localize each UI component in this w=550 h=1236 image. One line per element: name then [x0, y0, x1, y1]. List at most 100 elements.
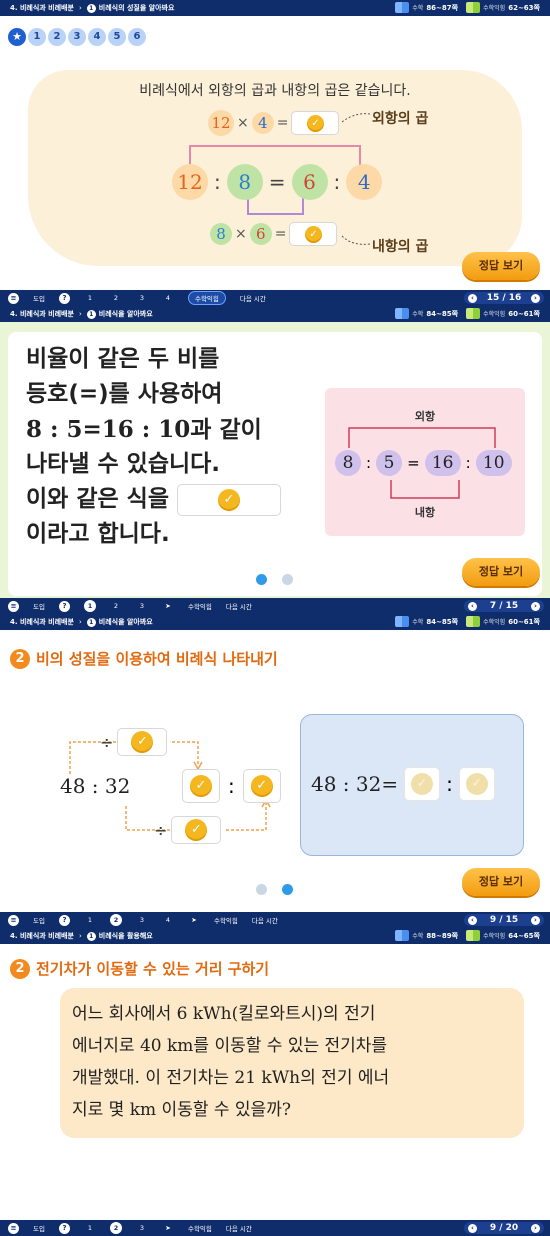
- help-icon[interactable]: ?: [58, 914, 70, 926]
- breadcrumb-unit[interactable]: 4. 비례식과 비례배분: [10, 931, 74, 941]
- definition-line: 이라고 합니다.: [26, 521, 170, 547]
- top-divisor-box[interactable]: ✓: [117, 728, 168, 756]
- diagram-term: 8: [335, 450, 361, 476]
- diagram-proportion: 8 : 5 = 16 : 10: [335, 450, 512, 476]
- nav-page-2[interactable]: 2: [109, 1222, 122, 1234]
- inner-product-answer-box[interactable]: ✓: [289, 222, 338, 246]
- check-icon: ✓: [190, 775, 212, 797]
- definition-line: 나타낼 수 있습니다.: [26, 451, 221, 477]
- inner-product-row: 8 × 6 = ✓: [210, 222, 338, 246]
- next-lesson-button[interactable]: 다음 시간: [252, 915, 278, 925]
- slide-proportion-definition: 4. 비례식과 비례배분 › 1 비례식을 알아봐요 수학 84~85쪽 수학익…: [0, 306, 550, 614]
- nav-page-3[interactable]: 3: [136, 294, 148, 302]
- carousel-dot-active[interactable]: [282, 884, 293, 895]
- next-lesson-button[interactable]: 다음 시간: [226, 1223, 252, 1233]
- nav-page-3[interactable]: 3: [136, 1224, 148, 1232]
- term-answer-box[interactable]: ✓: [176, 483, 281, 516]
- carousel-dot[interactable]: [282, 574, 293, 585]
- workbook-ref[interactable]: 수학익힘 64~65쪽: [466, 930, 540, 941]
- equals-sign: =: [407, 454, 420, 472]
- slide-proportion-property: 4. 비례식과 비례배분 › 1 비례식의 성질을 알아봐요 수학 86~87쪽…: [0, 0, 550, 306]
- definition-line: 이와 같은 식을: [26, 486, 169, 512]
- paper-plane-icon[interactable]: ➤: [162, 602, 174, 610]
- diagram-term: 5: [376, 450, 403, 476]
- bottom-divisor-box[interactable]: ✓: [171, 816, 222, 844]
- nav-page-1[interactable]: 1: [84, 916, 96, 924]
- next-arrow-icon[interactable]: ›: [531, 601, 540, 611]
- carousel-dot-active[interactable]: [256, 574, 267, 585]
- result-first-box[interactable]: ✓: [182, 769, 220, 803]
- colon: :: [333, 170, 341, 194]
- definition-text: 비율이 같은 두 비를 등호(=)를 사용하여 8 : 5=16 : 10과 같…: [26, 342, 281, 552]
- workbook-ref[interactable]: 수학익힘 60~61쪽: [466, 308, 540, 319]
- menu-icon[interactable]: ≡: [8, 600, 19, 612]
- nav-page-2[interactable]: 2: [110, 294, 122, 302]
- help-icon[interactable]: ?: [58, 292, 70, 304]
- workbook-tab[interactable]: 수학익힘: [188, 601, 212, 611]
- nav-page-4[interactable]: 4: [162, 916, 174, 924]
- problem-line: 개발했대. 이 전기차는 21 kWh의 전기 에너: [72, 1068, 390, 1088]
- workbook-tab[interactable]: 수학익힘: [214, 915, 238, 925]
- section-title: 전기차가 이동할 수 있는 거리 구하기: [36, 960, 270, 978]
- next-lesson-button[interactable]: 다음 시간: [240, 293, 266, 303]
- check-icon: ✓: [131, 731, 154, 753]
- result-second-box[interactable]: ✓: [242, 769, 281, 803]
- next-lesson-button[interactable]: 다음 시간: [226, 601, 252, 611]
- nav-page-1[interactable]: 1: [84, 294, 96, 302]
- prev-arrow-icon[interactable]: ‹: [468, 915, 477, 925]
- nav-page-2[interactable]: 2: [109, 914, 122, 926]
- show-answer-button[interactable]: 정답 보기: [462, 558, 540, 586]
- intro-button[interactable]: 도입: [33, 1223, 45, 1233]
- chevron-right-icon: ›: [78, 932, 82, 940]
- workbook-tab[interactable]: 수학익힘: [187, 291, 226, 305]
- intro-button[interactable]: 도입: [33, 915, 45, 925]
- next-arrow-icon[interactable]: ›: [531, 1223, 540, 1233]
- menu-icon[interactable]: ≡: [8, 292, 19, 304]
- divide-bottom: ÷ ✓: [154, 816, 222, 844]
- intro-button[interactable]: 도입: [33, 601, 45, 611]
- bottom-bar: ≡ 도입 ? 1 2 3 4 ➤ 수학익힘 다음 시간 ‹ 9 / 15 ›: [0, 912, 550, 928]
- next-arrow-icon[interactable]: ›: [530, 293, 540, 303]
- book-icon: [466, 308, 481, 319]
- workbook-tab[interactable]: 수학익힘: [188, 1223, 212, 1233]
- nav-page-3[interactable]: 3: [136, 602, 148, 610]
- nav-page-3[interactable]: 3: [136, 916, 148, 924]
- prev-arrow-icon[interactable]: ‹: [468, 1223, 477, 1233]
- show-answer-button[interactable]: 정답 보기: [462, 252, 540, 280]
- proportion-first-box[interactable]: ✓: [404, 767, 441, 801]
- diagram-term: 16: [424, 450, 461, 476]
- nav-page-1[interactable]: 1: [84, 1224, 96, 1232]
- prev-arrow-icon[interactable]: ‹: [468, 293, 477, 303]
- problem-line: 지로 몇 km 이동할 수 있을까?: [72, 1100, 291, 1120]
- textbook-ref[interactable]: 수학 88~89쪽: [395, 930, 458, 941]
- colon: :: [214, 170, 221, 194]
- definition-line: 8 : 5=16 : 10과 같이: [26, 416, 262, 443]
- prev-arrow-icon[interactable]: ‹: [468, 601, 477, 611]
- pager: ‹ 9 / 15 ›: [464, 914, 544, 926]
- proportion-second-box[interactable]: ✓: [458, 767, 495, 801]
- nav-page-4[interactable]: 4: [162, 294, 174, 302]
- lesson-number-badge: 1: [86, 309, 96, 319]
- proportion-expression: 48 : 32= ✓ : ✓: [311, 767, 495, 801]
- paper-plane-icon[interactable]: ➤: [162, 1224, 174, 1232]
- paper-plane-icon[interactable]: ➤: [188, 916, 200, 924]
- textbook-ref[interactable]: 수학 84~85쪽: [395, 308, 458, 319]
- intro-button[interactable]: 도입: [33, 293, 45, 303]
- breadcrumb-unit[interactable]: 4. 비례식과 비례배분: [10, 309, 74, 319]
- nav-page-1[interactable]: 1: [83, 600, 96, 612]
- menu-icon[interactable]: ≡: [8, 914, 19, 926]
- help-icon[interactable]: ?: [58, 1222, 70, 1234]
- chevron-right-icon: ›: [78, 310, 82, 318]
- help-icon[interactable]: ?: [58, 600, 70, 612]
- next-arrow-icon[interactable]: ›: [531, 915, 540, 925]
- breadcrumb-lesson[interactable]: 비례식을 활용해요: [99, 931, 153, 941]
- equals-sign: =: [274, 226, 287, 242]
- menu-icon[interactable]: ≡: [8, 1222, 19, 1234]
- book-icon: [466, 930, 481, 941]
- colon: :: [465, 454, 471, 472]
- nav-page-2[interactable]: 2: [110, 602, 122, 610]
- check-icon: ✓: [185, 819, 208, 841]
- carousel-dot[interactable]: [256, 884, 267, 895]
- show-answer-button[interactable]: 정답 보기: [462, 868, 540, 896]
- breadcrumb-lesson[interactable]: 비례식을 알아봐요: [99, 309, 153, 319]
